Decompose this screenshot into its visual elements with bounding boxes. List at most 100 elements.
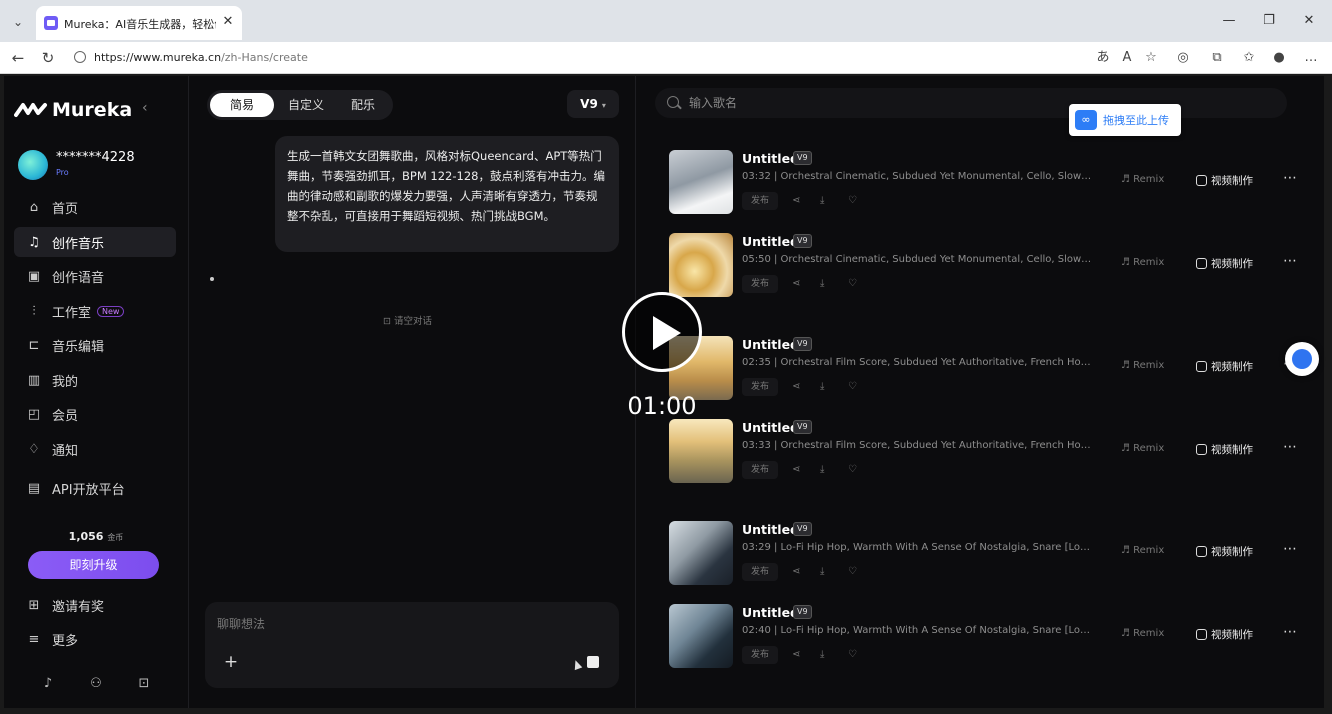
download-icon[interactable]: ⤓ [820, 563, 824, 581]
remix-button[interactable]: ♬ Remix [1121, 545, 1164, 556]
video-create-button[interactable]: 视频制作 [1196, 359, 1253, 374]
share-icon[interactable]: ⋖ [792, 192, 800, 210]
user-profile[interactable]: *******4228 Pro [18, 148, 178, 184]
song-cover[interactable] [669, 521, 733, 585]
remix-button[interactable]: ♬ Remix [1121, 443, 1164, 454]
download-icon[interactable]: ⤓ [820, 275, 824, 293]
download-icon[interactable]: ⤓ [820, 461, 824, 479]
baidu-upload-widget[interactable]: ∞ 拖拽至此上传 [1069, 104, 1181, 136]
sidebar-item-notifications[interactable]: ♢ 通知 [14, 434, 176, 464]
like-heart-icon[interactable]: ♡ [848, 563, 857, 581]
sidebar-item-invite[interactable]: ⊞ 邀请有奖 [14, 590, 176, 620]
song-cover[interactable] [669, 150, 733, 214]
collapse-sidebar-icon[interactable]: ‹ [142, 100, 148, 116]
more-options-icon[interactable]: ⋯ [1283, 253, 1298, 269]
share-icon[interactable]: ⋖ [792, 378, 800, 396]
restore-icon[interactable]: ❐ [1260, 12, 1278, 30]
share-icon[interactable]: ⋖ [792, 275, 800, 293]
sidebar-item-create-voice[interactable]: ▣ 创作语音 [14, 261, 176, 291]
song-cover[interactable] [669, 419, 733, 483]
song-row[interactable]: Untitled V9 03:29 | Lo-Fi Hip Hop, Warmt… [669, 521, 1299, 587]
remix-button[interactable]: ♬ Remix [1121, 628, 1164, 639]
song-title[interactable]: Untitled [742, 337, 799, 352]
remix-button[interactable]: ♬ Remix [1121, 257, 1164, 268]
song-cover[interactable] [669, 233, 733, 297]
favorite-star-icon[interactable]: ☆ [1142, 49, 1160, 67]
like-heart-icon[interactable]: ♡ [848, 192, 857, 210]
site-info-icon[interactable] [74, 51, 86, 63]
browser-tab[interactable]: Mureka：AI音乐生成器，轻松创作 ✕ [36, 6, 242, 40]
song-row[interactable]: Untitled V9 02:35 | Orchestral Film Scor… [669, 336, 1299, 402]
tab-score[interactable]: 配乐 [337, 93, 389, 117]
song-row[interactable]: Untitled V9 02:40 | Lo-Fi Hip Hop, Warmt… [669, 604, 1299, 670]
tiktok-icon[interactable]: ♪ [38, 674, 58, 694]
like-heart-icon[interactable]: ♡ [848, 646, 857, 664]
song-row[interactable]: Untitled V9 03:32 | Orchestral Cinematic… [669, 150, 1299, 216]
publish-button[interactable]: 发布 [742, 563, 778, 581]
tab-custom[interactable]: 自定义 [277, 93, 335, 117]
more-options-icon[interactable]: ⋯ [1283, 541, 1298, 557]
song-title[interactable]: Untitled [742, 151, 799, 166]
download-icon[interactable]: ⤓ [820, 192, 824, 210]
sidebar-item-home[interactable]: ⌂ 首页 [14, 192, 176, 222]
sidebar-item-mine[interactable]: ▥ 我的 [14, 365, 176, 395]
video-create-button[interactable]: 视频制作 [1196, 256, 1253, 271]
stop-generation-button[interactable] [587, 656, 599, 668]
video-create-button[interactable]: 视频制作 [1196, 544, 1253, 559]
bilibili-icon[interactable]: ⊡ [134, 674, 154, 694]
back-icon[interactable]: ← [8, 48, 28, 68]
song-title[interactable]: Untitled [742, 234, 799, 249]
song-row[interactable]: Untitled V9 05:50 | Orchestral Cinematic… [669, 233, 1299, 299]
reload-icon[interactable]: ↻ [38, 48, 58, 68]
sidebar-item-studio[interactable]: ⫶ 工作室 New [14, 296, 176, 326]
favorites-icon[interactable]: ✩ [1240, 49, 1258, 67]
like-heart-icon[interactable]: ♡ [848, 275, 857, 293]
video-play-icon[interactable] [622, 292, 702, 372]
sidebar-item-more[interactable]: ≡ 更多 [14, 624, 176, 654]
song-title[interactable]: Untitled [742, 605, 799, 620]
idea-input[interactable] [217, 612, 597, 636]
minimize-icon[interactable]: — [1220, 12, 1238, 30]
tab-close-icon[interactable]: ✕ [220, 14, 236, 30]
clear-chat-button[interactable]: ⊡ 请空对话 [383, 313, 432, 327]
sidebar-item-membership[interactable]: ◰ 会员 [14, 399, 176, 429]
like-heart-icon[interactable]: ♡ [848, 378, 857, 396]
tab-list-chevron-icon[interactable]: ⌄ [8, 12, 28, 32]
download-icon[interactable]: ⤓ [820, 378, 824, 396]
extension-icon[interactable]: ◎ [1174, 49, 1192, 67]
sidebar-item-create-music[interactable]: ♫ 创作音乐 [14, 227, 176, 257]
search-input[interactable] [689, 92, 1089, 114]
publish-button[interactable]: 发布 [742, 275, 778, 293]
song-row[interactable]: Untitled V9 03:33 | Orchestral Film Scor… [669, 419, 1299, 485]
translate-icon[interactable]: あ [1094, 49, 1112, 67]
floating-assistant-button[interactable] [1285, 342, 1319, 376]
profile-avatar-icon[interactable]: ● [1270, 49, 1288, 67]
close-window-icon[interactable]: ✕ [1300, 12, 1318, 30]
share-icon[interactable]: ⋖ [792, 563, 800, 581]
browser-menu-icon[interactable]: … [1302, 49, 1320, 67]
upgrade-button[interactable]: 即刻升级 [28, 551, 159, 579]
tab-simple[interactable]: 简易 [210, 93, 274, 117]
more-options-icon[interactable]: ⋯ [1283, 624, 1298, 640]
add-attachment-icon[interactable]: + [221, 652, 241, 672]
model-version-select[interactable]: V9 ▾ [567, 90, 619, 118]
share-icon[interactable]: ⋖ [792, 461, 800, 479]
song-title[interactable]: Untitled [742, 522, 799, 537]
split-screen-icon[interactable]: ⧉ [1208, 49, 1226, 67]
read-aloud-icon[interactable]: A [1118, 49, 1136, 67]
remix-button[interactable]: ♬ Remix [1121, 360, 1164, 371]
like-heart-icon[interactable]: ♡ [848, 461, 857, 479]
publish-button[interactable]: 发布 [742, 192, 778, 210]
brand-logo[interactable]: Mureka [14, 96, 132, 124]
community-icon[interactable]: ⚇ [86, 674, 106, 694]
url-field[interactable]: https://www.mureka.cn/zh-Hans/create [68, 46, 1088, 70]
publish-button[interactable]: 发布 [742, 461, 778, 479]
video-create-button[interactable]: 视频制作 [1196, 173, 1253, 188]
more-options-icon[interactable]: ⋯ [1283, 439, 1298, 455]
song-cover[interactable] [669, 604, 733, 668]
sidebar-item-api[interactable]: ▤ API开放平台 [14, 473, 176, 503]
publish-button[interactable]: 发布 [742, 646, 778, 664]
video-create-button[interactable]: 视频制作 [1196, 627, 1253, 642]
video-create-button[interactable]: 视频制作 [1196, 442, 1253, 457]
download-icon[interactable]: ⤓ [820, 646, 824, 664]
